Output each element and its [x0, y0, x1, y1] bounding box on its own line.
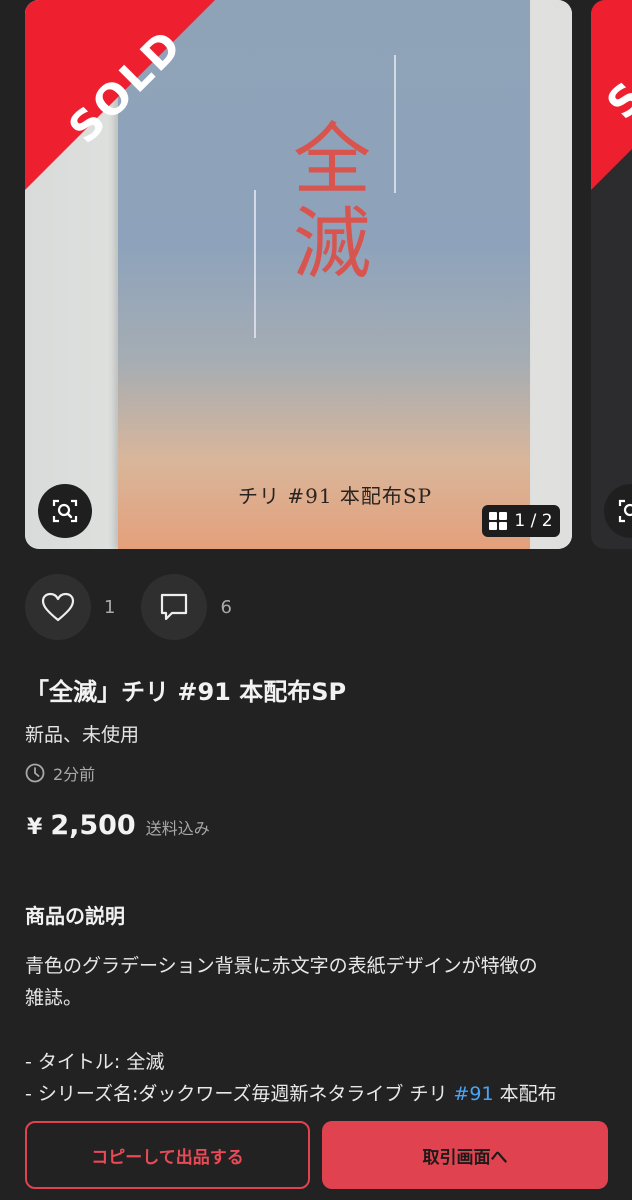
posted-time-text: 2分前	[53, 765, 96, 784]
currency-symbol: ¥	[27, 815, 43, 840]
counter-total: 2	[541, 511, 553, 531]
action-row: 1 6	[25, 574, 232, 640]
clock-icon	[25, 763, 45, 783]
heart-icon	[41, 592, 75, 622]
cover-subtitle: チリ #91 本配布SP	[238, 484, 433, 508]
item-condition: 新品、未使用	[25, 724, 140, 746]
price: ¥ 2,500 送料込み	[27, 810, 210, 841]
next-product-photo[interactable]: S	[591, 0, 632, 549]
description-line: - シリーズ名:ダックワーズ毎週新ネタライブ チリ #91 本配布	[25, 1078, 610, 1110]
price-amount: 2,500	[50, 810, 136, 841]
description-line: 雑誌。	[25, 987, 83, 1009]
cover-title: 全滅	[280, 118, 370, 286]
cover-line	[254, 190, 256, 338]
posted-time: 2分前	[25, 761, 95, 785]
copy-and-list-button[interactable]: コピーして出品する	[25, 1121, 310, 1189]
comment-count: 6	[220, 596, 232, 618]
zoom-button-next[interactable]	[604, 484, 632, 538]
like-count: 1	[104, 596, 116, 618]
comment-button[interactable]	[141, 574, 208, 640]
counter-separator: /	[530, 511, 537, 531]
like-button[interactable]	[25, 574, 91, 640]
item-title: 「全滅」チリ #91 本配布SP	[25, 678, 347, 706]
zoom-search-icon	[52, 499, 78, 523]
image-carousel[interactable]: 全滅 チリ #91 本配布SP SOLD 1 / 2 S	[0, 0, 632, 552]
zoom-search-icon	[618, 499, 632, 523]
description-heading: 商品の説明	[25, 904, 125, 928]
description-text: 本配布	[493, 1083, 557, 1105]
zoom-button[interactable]	[38, 484, 92, 538]
image-counter: 1 / 2	[482, 505, 560, 537]
description-line: - タイトル: 全滅	[25, 1051, 165, 1073]
cover-line	[394, 55, 396, 193]
description-text: - シリーズ名:ダックワーズ毎週新ネタライブ チリ	[25, 1083, 454, 1105]
comment-icon	[161, 593, 188, 621]
go-to-transaction-button[interactable]: 取引画面へ	[322, 1121, 608, 1189]
grid-icon	[489, 512, 508, 530]
hashtag-link[interactable]: #91	[453, 1083, 493, 1105]
bottom-action-bar: コピーして出品する 取引画面へ	[0, 1108, 632, 1200]
shipping-label: 送料込み	[145, 819, 210, 838]
description-body: 青色のグラデーション背景に赤文字の表紙デザインが特徴の 雑誌。 - タイトル: …	[25, 950, 610, 1110]
counter-current: 1	[514, 511, 526, 531]
description-line: 青色のグラデーション背景に赤文字の表紙デザインが特徴の	[25, 955, 538, 977]
product-photo[interactable]: 全滅 チリ #91 本配布SP SOLD 1 / 2	[25, 0, 572, 549]
